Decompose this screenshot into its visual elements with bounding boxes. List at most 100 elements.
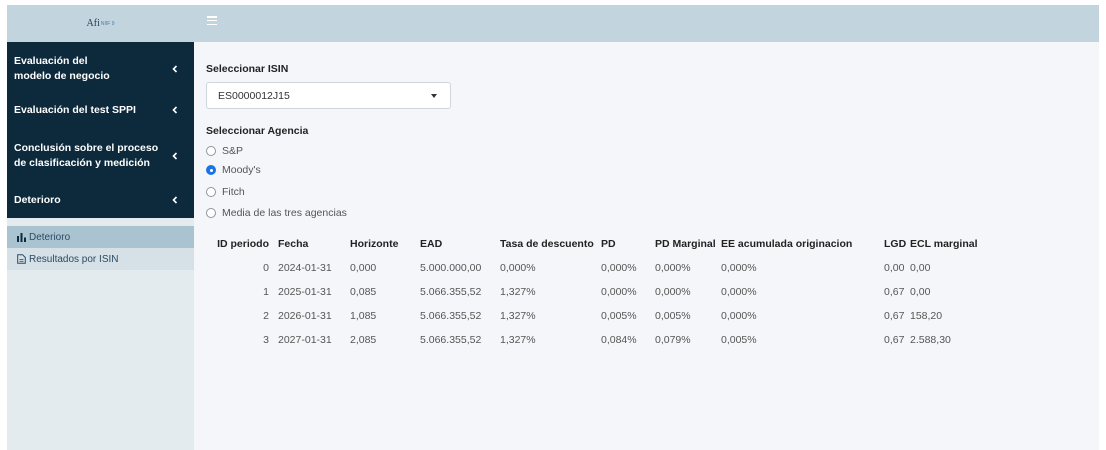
table-cell: 0,00: [884, 262, 905, 274]
table-cell: 0,000%: [500, 262, 536, 274]
table-row: 1 2025-01-31 0,085 5.066.355,52 1,327% 0…: [206, 280, 1000, 304]
column-header[interactable]: EAD: [420, 232, 500, 256]
table-cell: 0: [263, 262, 269, 274]
table-cell: 0,005%: [601, 310, 637, 322]
table-cell: 5.066.355,52: [420, 334, 482, 346]
sidebar-item-deterioro[interactable]: Deterioro: [7, 193, 194, 209]
brand-subtitle: NIIF 9: [100, 20, 115, 27]
sidebar-item-label: de clasificación y medición: [14, 157, 150, 169]
table-cell: 0,000%: [655, 262, 691, 274]
radio-button-selected[interactable]: [206, 165, 216, 175]
sidebar-subitem-label: Resultados por ISIN: [29, 253, 119, 265]
table-cell: 0,000%: [721, 310, 757, 322]
sidebar-item-label: Evaluación del: [14, 55, 88, 67]
radio-agency-media[interactable]: Media de las tres agencias: [206, 206, 347, 220]
table-cell: 5.066.355,52: [420, 310, 482, 322]
chevron-left-icon: [172, 196, 178, 204]
table-cell: 0,000%: [721, 286, 757, 298]
table-cell: 0,000%: [721, 262, 757, 274]
brand-logo: Afi NIIF 9: [7, 5, 194, 42]
radio-label: Moody's: [222, 164, 261, 176]
bar-chart-icon: [17, 233, 26, 242]
table-cell: 1: [263, 286, 269, 298]
isin-select[interactable]: ES0000012J15: [206, 82, 451, 109]
table-cell: 0,085: [350, 286, 377, 298]
table-row: 2 2026-01-31 1,085 5.066.355,52 1,327% 0…: [206, 304, 1000, 328]
table-cell: 0,079%: [655, 334, 691, 346]
radio-agency-moodys[interactable]: Moody's: [206, 163, 261, 177]
table-cell: 5.000.000,00: [420, 262, 482, 274]
isin-label: Seleccionar ISIN: [206, 63, 289, 75]
column-header[interactable]: Horizonte: [350, 232, 420, 256]
brand-name: Afi: [86, 18, 100, 29]
table-header-row: ID periodo Fecha Horizonte EAD Tasa de d…: [206, 232, 1000, 256]
table-cell: 0,67: [884, 334, 905, 346]
radio-button[interactable]: [206, 187, 216, 197]
table-cell: 0,005%: [655, 310, 691, 322]
table-cell: 2,085: [350, 334, 377, 346]
table-row: 3 2027-01-31 2,085 5.066.355,52 1,327% 0…: [206, 328, 1000, 352]
radio-agency-fitch[interactable]: Fitch: [206, 185, 245, 199]
radio-label: S&P: [222, 145, 244, 157]
table-cell: 158,20: [910, 310, 943, 322]
isin-select-value: ES0000012J15: [218, 90, 290, 102]
chevron-left-icon: [172, 65, 178, 73]
column-header[interactable]: EE acumulada originacion: [721, 232, 884, 256]
table-cell: 5.066.355,52: [420, 286, 482, 298]
table-cell: 0,67: [884, 310, 905, 322]
main-content: Seleccionar ISIN ES0000012J15 Selecciona…: [206, 42, 1099, 450]
sidebar-subitem-resultados-isin[interactable]: Resultados por ISIN: [7, 248, 194, 270]
radio-label: Media de las tres agencias: [222, 207, 347, 219]
table-cell: 2.588,30: [910, 334, 951, 346]
table-cell: 1,085: [350, 310, 377, 322]
table-cell: 0,084%: [601, 334, 637, 346]
chevron-left-icon: [172, 152, 178, 160]
agency-label: Seleccionar Agencia: [206, 125, 309, 137]
sidebar-item-conclusion[interactable]: Conclusión sobre el proceso de clasifica…: [7, 141, 194, 171]
sidebar-item-label: Evaluación del test SPPI: [14, 104, 136, 116]
column-header[interactable]: Fecha: [278, 232, 350, 256]
table-cell: 0,000%: [601, 286, 637, 298]
column-header[interactable]: PD: [601, 232, 655, 256]
column-header[interactable]: ECL marginal: [910, 232, 1000, 256]
sidebar-item-modelo-negocio[interactable]: Evaluación del modelo de negocio: [7, 54, 194, 84]
table-cell: 0,67: [884, 286, 905, 298]
sidebar-item-test-sppi[interactable]: Evaluación del test SPPI: [7, 103, 194, 119]
chevron-left-icon: [172, 106, 178, 114]
sidebar-item-label: Deterioro: [14, 194, 61, 206]
radio-agency-sp[interactable]: S&P: [206, 144, 243, 158]
table-cell: 0,000%: [601, 262, 637, 274]
sidebar-subitem-label: Deterioro: [29, 231, 71, 243]
sidebar: Evaluación del modelo de negocio Evaluac…: [7, 42, 194, 450]
table-cell: 0,000: [350, 262, 377, 274]
table-cell: 0,000%: [655, 286, 691, 298]
top-navbar: [194, 5, 1099, 42]
table-cell: 2026-01-31: [278, 310, 332, 322]
radio-label: Fitch: [222, 186, 245, 198]
sidebar-item-label: Conclusión sobre el proceso: [14, 142, 159, 154]
app-window: Afi NIIF 9 Evaluación del modelo de negoc…: [7, 5, 1099, 450]
table-cell: 1,327%: [500, 334, 536, 346]
table-cell: 0,00: [910, 262, 931, 274]
hamburger-menu-icon[interactable]: [207, 16, 217, 26]
table-cell: 2: [263, 310, 269, 322]
column-header[interactable]: Tasa de descuento: [500, 232, 601, 256]
sidebar-subitem-deterioro[interactable]: Deterioro: [7, 226, 194, 248]
sidebar-item-label: modelo de negocio: [14, 70, 110, 82]
column-header[interactable]: ID periodo: [206, 232, 278, 256]
table-cell: 2027-01-31: [278, 334, 332, 346]
table-cell: 1,327%: [500, 286, 536, 298]
results-table: ID periodo Fecha Horizonte EAD Tasa de d…: [206, 232, 1000, 352]
radio-button[interactable]: [206, 208, 216, 218]
sidebar-menu: Evaluación del modelo de negocio Evaluac…: [7, 42, 194, 218]
table-cell: 0,005%: [721, 334, 757, 346]
table-cell: 0,00: [910, 286, 931, 298]
table-cell: 1,327%: [500, 310, 536, 322]
radio-button[interactable]: [206, 146, 216, 156]
column-header[interactable]: PD Marginal: [655, 232, 721, 256]
file-icon: [17, 254, 26, 264]
table-cell: 3: [263, 334, 269, 346]
column-header[interactable]: LGD: [884, 232, 910, 256]
table-cell: 2025-01-31: [278, 286, 332, 298]
table-cell: 2024-01-31: [278, 262, 332, 274]
